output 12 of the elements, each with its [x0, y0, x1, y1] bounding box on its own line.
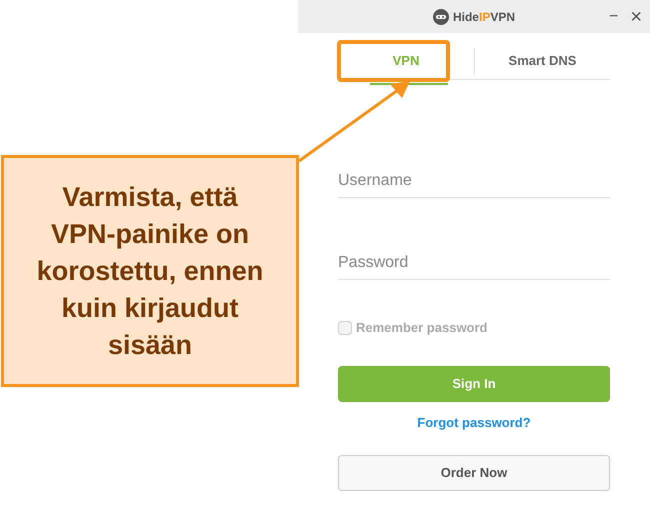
remember-checkbox[interactable]: [338, 320, 352, 335]
callout-text: Varmista, että VPN-painike on korostettu, ennen kuin kirjaudut sisään: [36, 180, 264, 362]
order-now-button[interactable]: Order Now: [338, 455, 610, 491]
app-logo: HideIPVPN: [452, 8, 516, 26]
logo-icon: [432, 8, 449, 24]
password-field[interactable]: Password: [338, 246, 610, 280]
minimize-button[interactable]: −: [608, 8, 618, 24]
forgot-password-link[interactable]: Forgot password?: [417, 412, 531, 432]
username-field[interactable]: Username: [338, 164, 610, 198]
remember-label: Remember password: [356, 319, 488, 337]
tab[interactable]: Smart DNS: [475, 42, 610, 79]
close-button[interactable]: ×: [630, 6, 642, 26]
